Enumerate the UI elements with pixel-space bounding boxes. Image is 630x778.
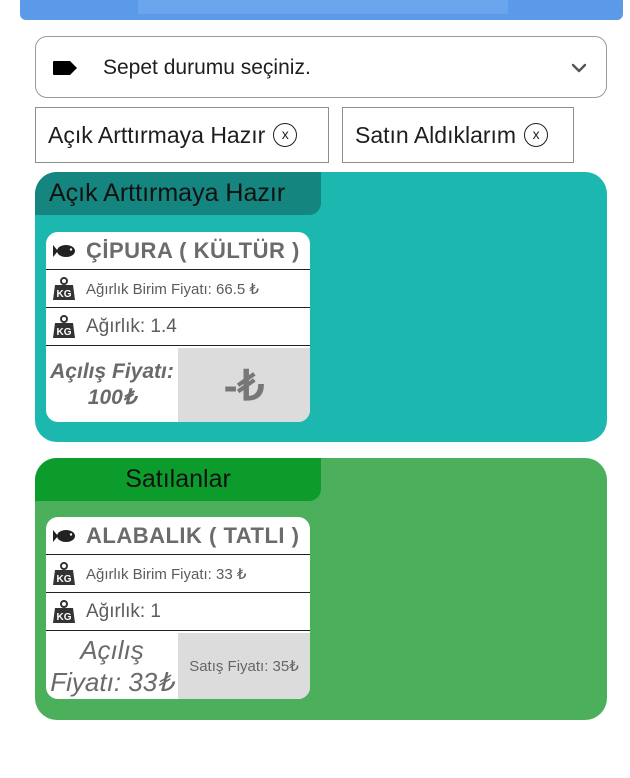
product-card[interactable]: ALABALIK ( TATLI ) KG Ağırlık Birim Fiya… — [46, 517, 310, 699]
filter-chip-ready-for-auction[interactable]: Açık Arttırmaya Hazır x — [35, 107, 329, 163]
product-name-row: ALABALIK ( TATLI ) — [46, 517, 310, 555]
product-name: ALABALIK ( TATLI ) — [86, 522, 300, 548]
weight: Ağırlık: 1.4 — [86, 315, 177, 337]
section-ready-for-auction: Açık Arttırmaya Hazır ÇİPURA ( KÜLTÜR ) … — [35, 172, 607, 442]
section-title: Satılanlar — [35, 458, 321, 501]
price-row: Açılış Fiyatı: 100₺ -₺ — [46, 348, 310, 422]
fish-icon — [53, 529, 75, 542]
current-price: -₺ — [178, 348, 310, 422]
weight-kg-icon: KG — [53, 599, 75, 623]
close-circle-icon[interactable]: x — [273, 123, 298, 147]
unit-price: Ağırlık Birim Fiyatı: 33 ₺ — [86, 565, 247, 583]
weight-kg-icon: KG — [53, 561, 75, 585]
tag-icon — [53, 61, 77, 75]
select-placeholder: Sepet durumu seçiniz. — [103, 56, 311, 79]
unit-price: Ağırlık Birim Fiyatı: 66.5 ₺ — [86, 280, 259, 298]
basket-status-select[interactable]: Sepet durumu seçiniz. — [35, 36, 607, 98]
top-bar — [20, 0, 623, 20]
filter-chip-purchased[interactable]: Satın Aldıklarım x — [342, 107, 574, 163]
product-name: ÇİPURA ( KÜLTÜR ) — [86, 237, 300, 263]
top-bar-field — [138, 0, 508, 14]
svg-text:KG: KG — [57, 327, 72, 338]
fish-icon — [53, 244, 75, 257]
svg-text:KG: KG — [57, 612, 72, 623]
unit-price-row: KG Ağırlık Birim Fiyatı: 66.5 ₺ — [46, 270, 310, 308]
price-row: Açılış Fiyatı: 33₺ Satış Fiyatı: 35₺ — [46, 633, 310, 699]
svg-text:KG: KG — [57, 289, 72, 300]
weight-row: KG Ağırlık: 1.4 — [46, 308, 310, 346]
weight-row: KG Ağırlık: 1 — [46, 593, 310, 631]
chip-label: Satın Aldıklarım — [355, 121, 517, 148]
product-name-row: ÇİPURA ( KÜLTÜR ) — [46, 232, 310, 270]
weight-kg-icon: KG — [53, 314, 75, 338]
close-circle-icon[interactable]: x — [524, 123, 549, 147]
opening-price: Açılış Fiyatı: 100₺ — [50, 360, 174, 409]
weight: Ağırlık: 1 — [86, 600, 161, 622]
product-card[interactable]: ÇİPURA ( KÜLTÜR ) KG Ağırlık Birim Fiyat… — [46, 232, 310, 422]
chip-label: Açık Arttırmaya Hazır — [48, 121, 266, 148]
unit-price-row: KG Ağırlık Birim Fiyatı: 33 ₺ — [46, 555, 310, 593]
section-title: Açık Arttırmaya Hazır — [35, 172, 321, 215]
svg-text:KG: KG — [57, 574, 72, 585]
weight-kg-icon: KG — [53, 276, 75, 300]
chevron-down-icon[interactable] — [570, 59, 588, 77]
section-sold: Satılanlar ALABALIK ( TATLI ) KG Ağırlık… — [35, 458, 607, 720]
sale-price: Satış Fiyatı: 35₺ — [178, 633, 310, 699]
opening-price: Açılış Fiyatı: 33₺ — [50, 635, 174, 697]
